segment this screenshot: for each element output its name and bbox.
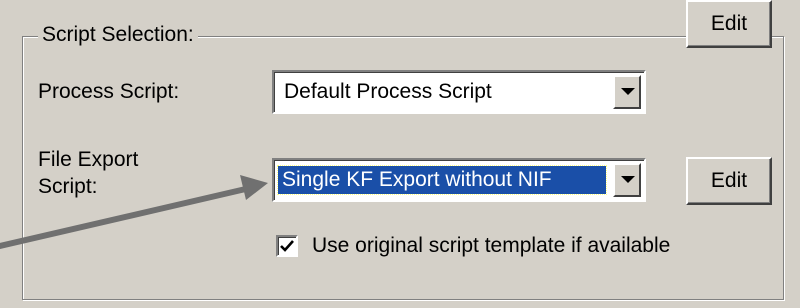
process-script-label: Process Script: xyxy=(38,80,180,103)
process-script-edit-button[interactable]: Edit xyxy=(686,0,772,48)
use-template-label[interactable]: Use original script template if availabl… xyxy=(312,232,670,260)
process-script-dropdown[interactable]: Default Process Script xyxy=(272,70,646,114)
file-export-script-dropdown[interactable]: Single KF Export without NIF xyxy=(272,158,646,202)
file-export-script-edit-button[interactable]: Edit xyxy=(686,157,772,205)
chevron-down-icon xyxy=(621,88,635,95)
file-export-script-label: File Export Script: xyxy=(38,148,139,198)
file-export-script-dropdown-button[interactable] xyxy=(613,163,641,197)
group-title: Script Selection: xyxy=(38,22,198,48)
use-template-checkbox[interactable] xyxy=(276,235,298,257)
process-script-value: Default Process Script xyxy=(284,80,492,103)
process-script-dropdown-button[interactable] xyxy=(613,75,641,109)
checkmark-icon xyxy=(280,240,294,252)
file-export-script-value: Single KF Export without NIF xyxy=(277,165,607,195)
chevron-down-icon xyxy=(621,176,635,183)
